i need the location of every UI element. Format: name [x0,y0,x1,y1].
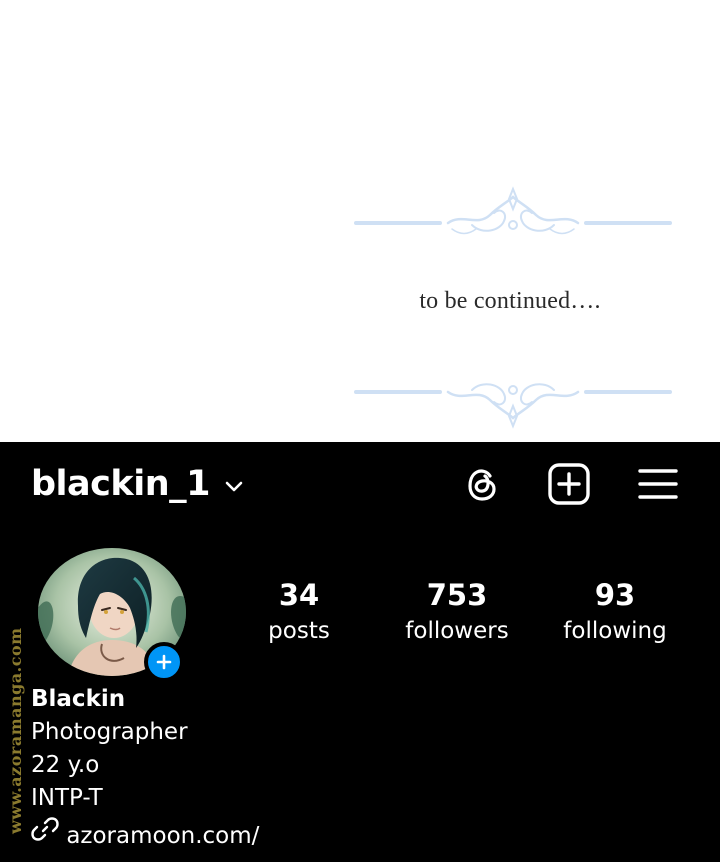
hamburger-menu-icon [638,469,678,499]
new-post-button[interactable] [547,462,591,506]
bio-link[interactable]: azoramoon.com/ [31,815,631,853]
chevron-down-icon [225,481,243,492]
ornament-divider-top [354,186,672,235]
posts-count[interactable]: 34 posts [224,578,374,648]
link-icon [31,817,59,841]
threads-button[interactable] [460,462,504,506]
threads-icon [468,469,496,501]
username-switcher[interactable]: blackin_1 [31,462,244,506]
stat-value: 753 [426,578,488,612]
add-square-icon [548,463,590,505]
site-watermark: www.azoramanga.com [6,627,25,835]
menu-button[interactable] [636,462,680,506]
bio-line: Photographer [31,719,188,745]
instagram-profile: blackin_1 34 posts 753 followers 93 foll… [0,442,720,862]
stat-label: posts [268,618,330,644]
comic-panel: to be continued…. [0,0,720,442]
ornament-divider-bottom [354,383,672,429]
stat-label: followers [405,618,509,644]
profile-username: blackin_1 [31,464,210,504]
bio-line: 22 y.o [31,752,100,778]
following-count[interactable]: 93 following [540,578,690,648]
stat-value: 93 [594,578,636,612]
add-story-button[interactable] [144,642,184,682]
avatar[interactable] [38,548,186,682]
bio-link-text: azoramoon.com/ [66,823,260,849]
profile-display-name: Blackin [31,686,126,712]
stat-label: following [563,618,667,644]
profile-bio: Blackin Photographer 22 y.o INTP-T azora… [31,683,631,853]
plus-icon [156,654,172,670]
bio-line: INTP-T [31,785,103,811]
to-be-continued-caption: to be continued…. [419,288,601,314]
stat-value: 34 [278,578,320,612]
followers-count[interactable]: 753 followers [382,578,532,648]
